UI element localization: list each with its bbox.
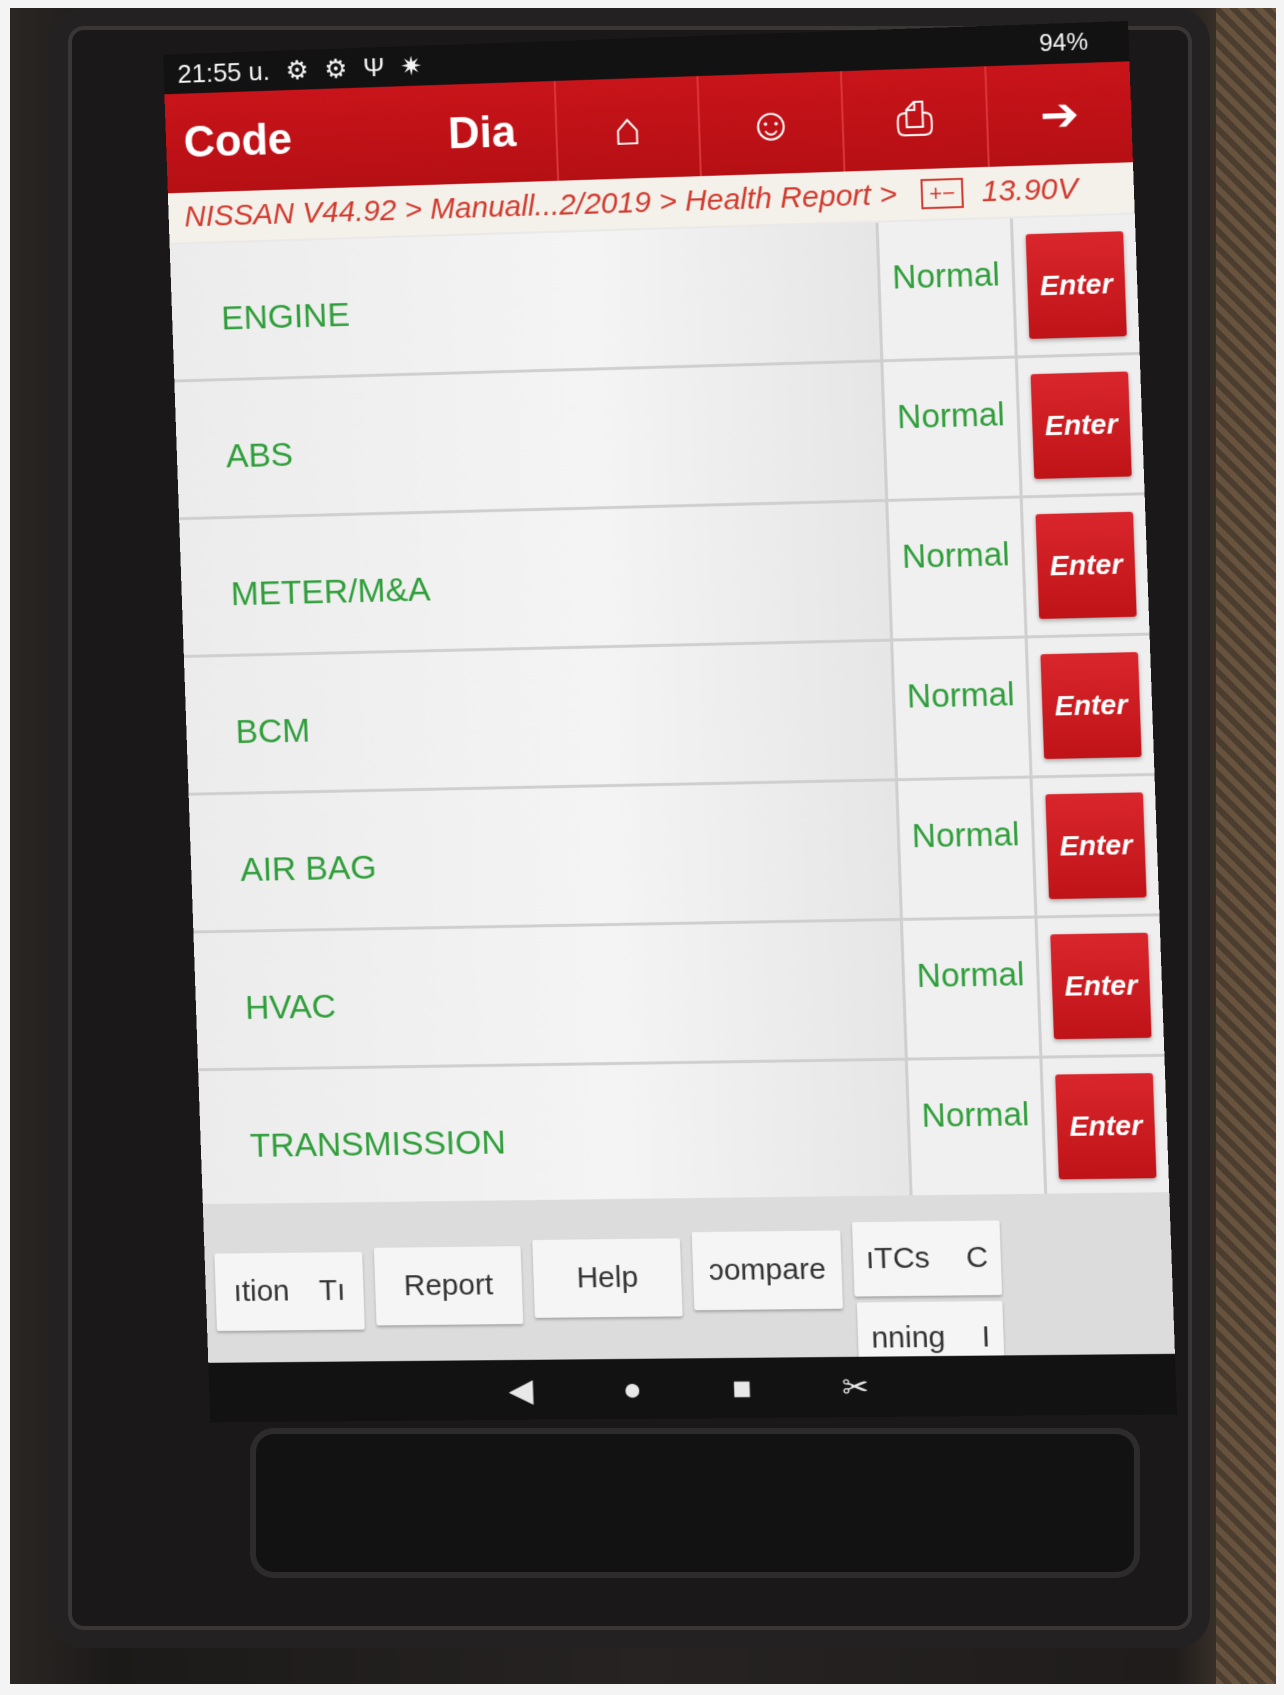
compare-button-label: ɔompare [708,1252,827,1288]
enter-button[interactable]: Enter [1030,371,1132,479]
tab-code-label: Code [182,114,293,168]
printer-icon: ⎙ [895,91,935,145]
enter-button[interactable]: Enter [1025,231,1127,339]
voltage-readout: 13.90V [980,172,1079,209]
action-cell: Enter [1032,775,1160,916]
enter-button[interactable]: Enter [1045,792,1147,900]
system-status: Normal [907,1058,1048,1198]
support-button[interactable]: ☺ [696,71,844,177]
system-name: ENGINE [169,222,884,380]
action-cell: Enter [1027,635,1155,776]
running-button-suffix: I [981,1320,991,1354]
status-time: 21:55 u. [176,55,271,89]
back-icon[interactable]: ◀ [508,1371,534,1409]
system-name: AIR BAG [188,781,903,931]
action-cell: Enter [1012,214,1140,356]
bluetooth-icon: ✷ [399,50,423,81]
exit-icon: ➔ [1039,87,1080,141]
battery-icon: +− [920,177,964,210]
print-button[interactable]: ⎙ [839,66,988,172]
stethoscope-icon: Ψ [362,51,386,83]
dtcs-button[interactable]: ıTCs C [852,1220,1003,1297]
function-button-1-suffix: Tı [318,1274,346,1308]
list-item: ENGINE Normal Enter [169,214,1140,383]
exit-button[interactable]: ➔ [984,61,1133,167]
tab-code[interactable]: Code [164,86,410,193]
battery-level: 94% [1038,28,1089,58]
gear-icon: ⚙ [285,54,310,85]
list-item: HVAC Normal Enter [193,916,1165,1072]
list-item: AIR BAG Normal Enter [188,775,1160,934]
dtcs-button-suffix: C [965,1240,989,1275]
gear-icon: ⚙ [323,52,348,84]
running-button-label: nning [870,1320,946,1355]
help-button-label: Help [575,1260,639,1295]
enter-button[interactable]: Enter [1055,1073,1157,1180]
recents-icon[interactable]: ■ [731,1369,752,1406]
system-list: ENGINE Normal Enter ABS Normal Enter MET… [169,214,1170,1210]
system-status: Normal [883,358,1023,499]
screenshot-icon[interactable]: ✂ [841,1368,869,1406]
system-status: Normal [898,778,1038,918]
bottom-function-bar: ıtion Tı Report Help ɔompare ıTCs C nnin [202,1192,1175,1375]
action-cell: Enter [1037,916,1165,1056]
function-button-1[interactable]: ıtion Tı [214,1251,365,1331]
home-circle-icon[interactable]: ● [622,1370,643,1407]
enter-button[interactable]: Enter [1035,511,1137,620]
function-button-1-label: ıtion [233,1274,291,1308]
screen: 21:55 u. ⚙ ⚙ Ψ ✷ 94% Code Dia ⌂ ☺ ⎙ ➔ NI… [163,20,1178,1423]
action-cell: Enter [1022,495,1150,636]
list-item: BCM Normal Enter [183,635,1155,796]
leather-surface [1216,8,1276,1684]
tab-diagnose[interactable]: Dia [407,81,557,186]
enter-button[interactable]: Enter [1040,652,1142,760]
system-name: BCM [183,641,898,793]
support-icon: ☺ [746,96,796,151]
photo-background: 21:55 u. ⚙ ⚙ Ψ ✷ 94% Code Dia ⌂ ☺ ⎙ ➔ NI… [10,8,1276,1684]
system-status: Normal [893,638,1033,779]
compare-button[interactable]: ɔompare [691,1230,843,1311]
action-cell: Enter [1042,1056,1170,1196]
help-button[interactable]: Help [532,1238,683,1318]
system-name: METER/M&A [179,501,894,655]
system-status: Normal [902,918,1043,1058]
enter-button[interactable]: Enter [1050,932,1152,1040]
tablet-bezel [250,1428,1140,1578]
action-cell: Enter [1017,354,1145,496]
list-item: TRANSMISSION Normal Enter [198,1056,1170,1210]
system-status: Normal [878,218,1018,360]
list-item: METER/M&A Normal Enter [179,495,1150,658]
report-button-label: Report [403,1268,494,1303]
list-item: ABS Normal Enter [174,354,1145,521]
system-name: ABS [174,362,889,518]
home-button[interactable]: ⌂ [553,76,700,181]
system-name: HVAC [193,920,908,1069]
dtcs-button-label: ıTCs [865,1241,931,1276]
report-button[interactable]: Report [373,1246,524,1326]
system-status: Normal [888,498,1028,639]
system-name: TRANSMISSION [198,1060,913,1207]
tab-diagnose-label: Dia [447,107,517,159]
tablet-device: 21:55 u. ⚙ ⚙ Ψ ✷ 94% Code Dia ⌂ ☺ ⎙ ➔ NI… [50,8,1210,1648]
android-nav-bar: ◀ ● ■ ✂ [208,1353,1178,1423]
home-icon: ⌂ [612,102,643,155]
